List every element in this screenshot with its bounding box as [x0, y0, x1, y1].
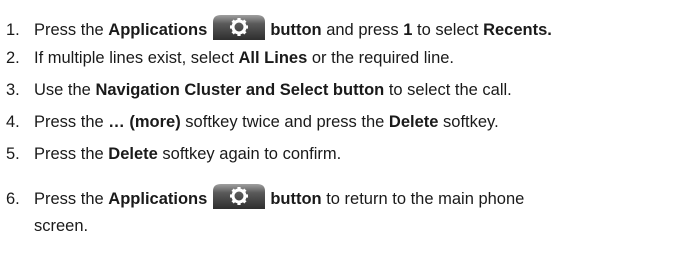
step-6: 6. Press the Applications button to retu… — [6, 183, 524, 211]
step-text: Press the — [34, 113, 109, 131]
step-text: or the required line. — [307, 49, 455, 67]
step-text: and press — [321, 21, 404, 39]
step-number: 4. — [6, 113, 20, 131]
step-bold-text: Delete — [388, 113, 439, 131]
step-text: to return to the main phone — [321, 190, 525, 208]
step-number: 3. — [6, 81, 20, 99]
step-text: to select the call. — [384, 81, 512, 99]
applications-gear-button-icon — [211, 183, 267, 211]
step-bold-text: button — [270, 190, 322, 208]
step-bold-text: Navigation Cluster and Select button — [95, 81, 385, 99]
step-2: 2. If multiple lines exist, select All Li… — [6, 48, 454, 68]
step-5: 5. Press the Delete softkey again to conf… — [6, 144, 341, 164]
step-number: 5. — [6, 145, 20, 163]
step-bold-text: Applications — [108, 190, 208, 208]
step-bold-text: All Lines — [238, 49, 308, 67]
step-4: 4. Press the … (more) softkey twice and p… — [6, 112, 499, 132]
step-text: to select — [412, 21, 484, 39]
step-bold-text: Delete — [108, 145, 158, 163]
applications-gear-button-icon — [211, 14, 267, 42]
step-text: softkey again to confirm. — [157, 145, 342, 163]
step-number: 1. — [6, 21, 20, 39]
step-1: 1. Press the Applications button and pre… — [6, 14, 552, 42]
step-text: If multiple lines exist, select — [34, 49, 239, 67]
step-bold-text: Applications — [108, 21, 208, 39]
instruction-steps: 1. Press the Applications button and pre… — [0, 0, 697, 258]
step-text: Press the — [34, 21, 109, 39]
step-bold-text: … (more) — [108, 113, 181, 131]
step-bold-text: button — [270, 21, 322, 39]
step-text: softkey twice and press the — [180, 113, 389, 131]
step-text: softkey. — [438, 113, 499, 131]
step-3: 3. Use the Navigation Cluster and Select … — [6, 80, 512, 100]
step-text: Use the — [34, 81, 96, 99]
step-text: Press the — [34, 145, 109, 163]
step-number: 6. — [6, 190, 20, 208]
step-text: Press the — [34, 190, 109, 208]
step-6-continuation: screen. — [34, 217, 89, 235]
step-bold-text: Recents. — [483, 21, 552, 39]
step-number: 2. — [6, 49, 20, 67]
